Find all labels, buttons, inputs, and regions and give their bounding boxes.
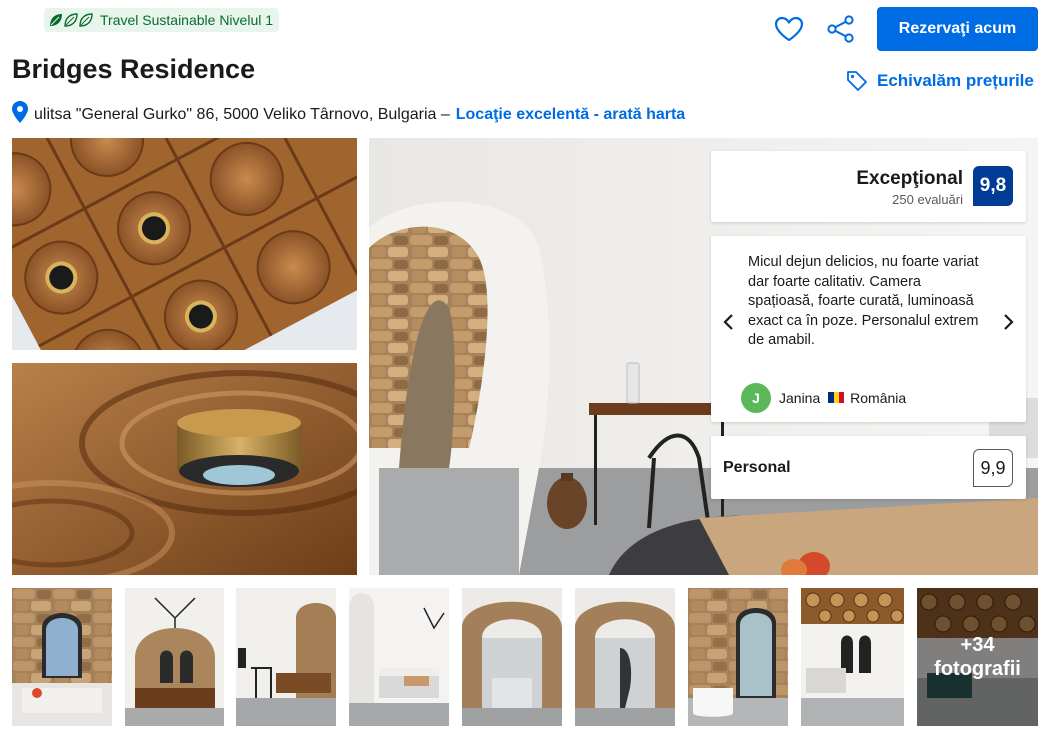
rating-summary-card[interactable]: Excepţional 250 evaluări 9,8 xyxy=(711,151,1026,222)
thumbnail-image xyxy=(575,588,675,726)
thumbnail-image xyxy=(462,588,562,726)
rating-label: Excepţional xyxy=(856,168,963,189)
hotel-title: Bridges Residence xyxy=(12,54,256,84)
thumbnail-image xyxy=(12,588,112,726)
staff-score-badge: 9,9 xyxy=(973,449,1013,487)
brass-light-image xyxy=(12,363,357,575)
romania-flag-icon xyxy=(828,392,845,403)
rating-score-badge: 9,8 xyxy=(973,166,1013,206)
thumbnail-3[interactable] xyxy=(236,588,336,726)
reserve-now-button[interactable]: Rezervaţi acum xyxy=(877,7,1038,51)
save-favorite-button[interactable] xyxy=(772,12,806,46)
price-match-label: Echivalăm prețurile xyxy=(877,71,1034,90)
location-pin-icon xyxy=(12,101,28,128)
next-review-button[interactable] xyxy=(997,310,1021,334)
thumbnail-image xyxy=(801,588,904,726)
more-photos-count: +34 xyxy=(960,634,995,656)
thumbnail-image xyxy=(349,588,449,726)
more-photos-label: fotografii xyxy=(934,658,1021,680)
address-text: ulitsa "General Gurko" 86, 5000 Veliko T… xyxy=(34,105,450,123)
photo-ceiling-panels[interactable] xyxy=(12,138,357,350)
thumbnail-image xyxy=(125,588,224,726)
review-count: 250 evaluări xyxy=(892,192,963,207)
previous-review-button[interactable] xyxy=(716,310,740,334)
thumbnail-6[interactable] xyxy=(575,588,675,726)
price-match-link[interactable]: Echivalăm prețurile xyxy=(846,70,1034,92)
photo-brass-light[interactable] xyxy=(12,363,357,575)
heart-icon xyxy=(774,16,804,42)
thumbnail-8[interactable] xyxy=(801,588,904,726)
thumbnail-5[interactable] xyxy=(462,588,562,726)
avatar: J xyxy=(741,383,771,413)
author-country: România xyxy=(828,390,906,406)
thumbnail-image xyxy=(236,588,336,726)
review-text: Micul dejun delicios, nu foarte variat d… xyxy=(748,254,979,348)
chevron-left-icon xyxy=(723,314,733,330)
staff-label: Personal xyxy=(723,459,791,476)
chevron-right-icon xyxy=(1004,314,1014,330)
show-map-link[interactable]: Locaţie excelentă - arată harta xyxy=(456,106,685,124)
thumbnail-2[interactable] xyxy=(125,588,224,726)
share-button[interactable] xyxy=(824,12,858,46)
country-name: România xyxy=(850,390,907,406)
thumbnail-more-photos[interactable]: +34 fotografii xyxy=(917,588,1038,726)
author-name: Janina xyxy=(779,390,821,406)
ceiling-panels-image xyxy=(12,138,357,350)
badge-label: Travel Sustainable Nivelul 1 xyxy=(100,12,274,28)
hotel-address: ulitsa "General Gurko" 86, 5000 Veliko T… xyxy=(12,101,685,128)
thumbnail-1[interactable] xyxy=(12,588,112,726)
featured-review-card: Micul dejun delicios, nu foarte variat d… xyxy=(711,236,1026,422)
thumbnail-7[interactable] xyxy=(688,588,788,726)
share-icon xyxy=(827,15,854,43)
review-author: J Janina România xyxy=(741,383,906,413)
leaf-icon xyxy=(48,13,94,27)
sustainability-badge[interactable]: Travel Sustainable Nivelul 1 xyxy=(44,8,280,32)
thumbnail-image xyxy=(688,588,788,726)
thumbnail-4[interactable] xyxy=(349,588,449,726)
more-photos-overlay: +34 fotografii xyxy=(917,588,1038,726)
staff-score-card[interactable]: Personal 9,9 xyxy=(711,436,1026,499)
price-tag-icon xyxy=(847,71,867,91)
